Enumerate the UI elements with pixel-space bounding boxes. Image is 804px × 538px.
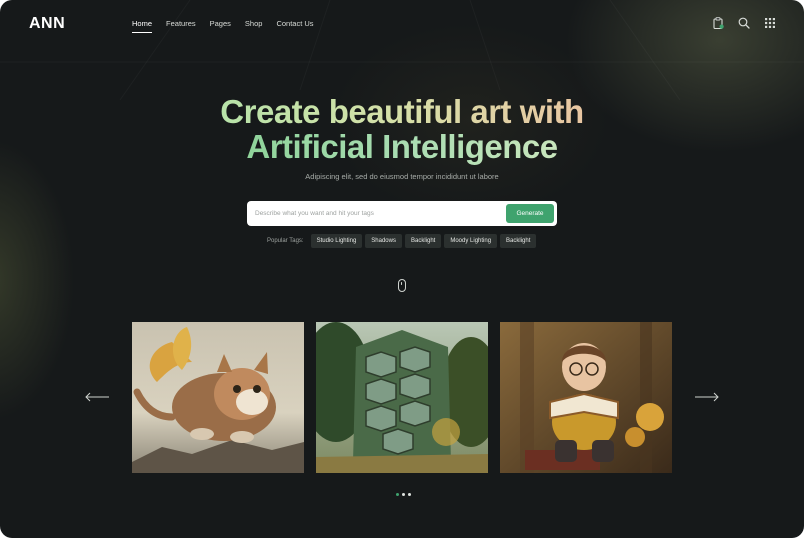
carousel-dot-1[interactable]	[396, 493, 399, 496]
scroll-mouse-icon[interactable]	[398, 279, 406, 292]
grid-menu-icon[interactable]	[764, 17, 776, 29]
flying-cat-with-butterfly-wings-image[interactable]	[132, 322, 304, 473]
main-nav: Home Features Pages Shop Contact Us	[132, 19, 314, 33]
arrow-left-icon[interactable]	[84, 390, 110, 404]
hero-title-line1: Create beautiful art with	[0, 94, 804, 130]
popular-tags: Popular Tags: Studio Lighting Shadows Ba…	[267, 234, 537, 248]
arrow-right-icon[interactable]	[694, 390, 720, 404]
nav-item-home[interactable]: Home	[132, 19, 153, 33]
tag-shadows[interactable]: Shadows	[365, 234, 402, 248]
tag-backlight[interactable]: Backlight	[404, 234, 442, 248]
hero-title-part1: Create beautiful art with	[220, 93, 584, 130]
search-icon[interactable]	[738, 17, 750, 29]
brand-logo[interactable]: ANN	[29, 15, 65, 33]
nav-item-contact-us[interactable]: Contact Us	[276, 19, 313, 33]
carousel-pagination	[396, 493, 411, 496]
hero-title-part2: Artificial Intelligence	[246, 128, 558, 165]
tag-studio-lighting[interactable]: Studio Lighting	[310, 234, 363, 248]
popular-tags-label: Popular Tags:	[267, 238, 304, 244]
hero-subtitle: Adipiscing elit, sed do eiusmod tempor i…	[305, 172, 499, 181]
carousel-dot-3[interactable]	[408, 493, 411, 496]
nav-item-features[interactable]: Features	[166, 19, 196, 33]
header-icons	[712, 17, 776, 29]
tag-backlight-2[interactable]: Backlight	[500, 234, 537, 248]
clipboard-icon[interactable]	[712, 17, 724, 29]
page-frame: ANN Home Features Pages Shop Contact Us …	[0, 0, 804, 538]
prompt-input[interactable]	[255, 206, 495, 221]
carousel-dot-2[interactable]	[402, 493, 405, 496]
boy-reading-book-image[interactable]	[500, 322, 672, 473]
hero-title-line2: Artificial Intelligence	[0, 129, 804, 165]
overgrown-green-building-image[interactable]	[316, 322, 488, 473]
tag-moody-lighting[interactable]: Moody Lighting	[444, 234, 498, 248]
prompt-search-box: Generate	[247, 201, 557, 226]
nav-item-shop[interactable]: Shop	[245, 19, 263, 33]
generate-button[interactable]: Generate	[506, 204, 554, 223]
nav-item-pages[interactable]: Pages	[210, 19, 231, 33]
